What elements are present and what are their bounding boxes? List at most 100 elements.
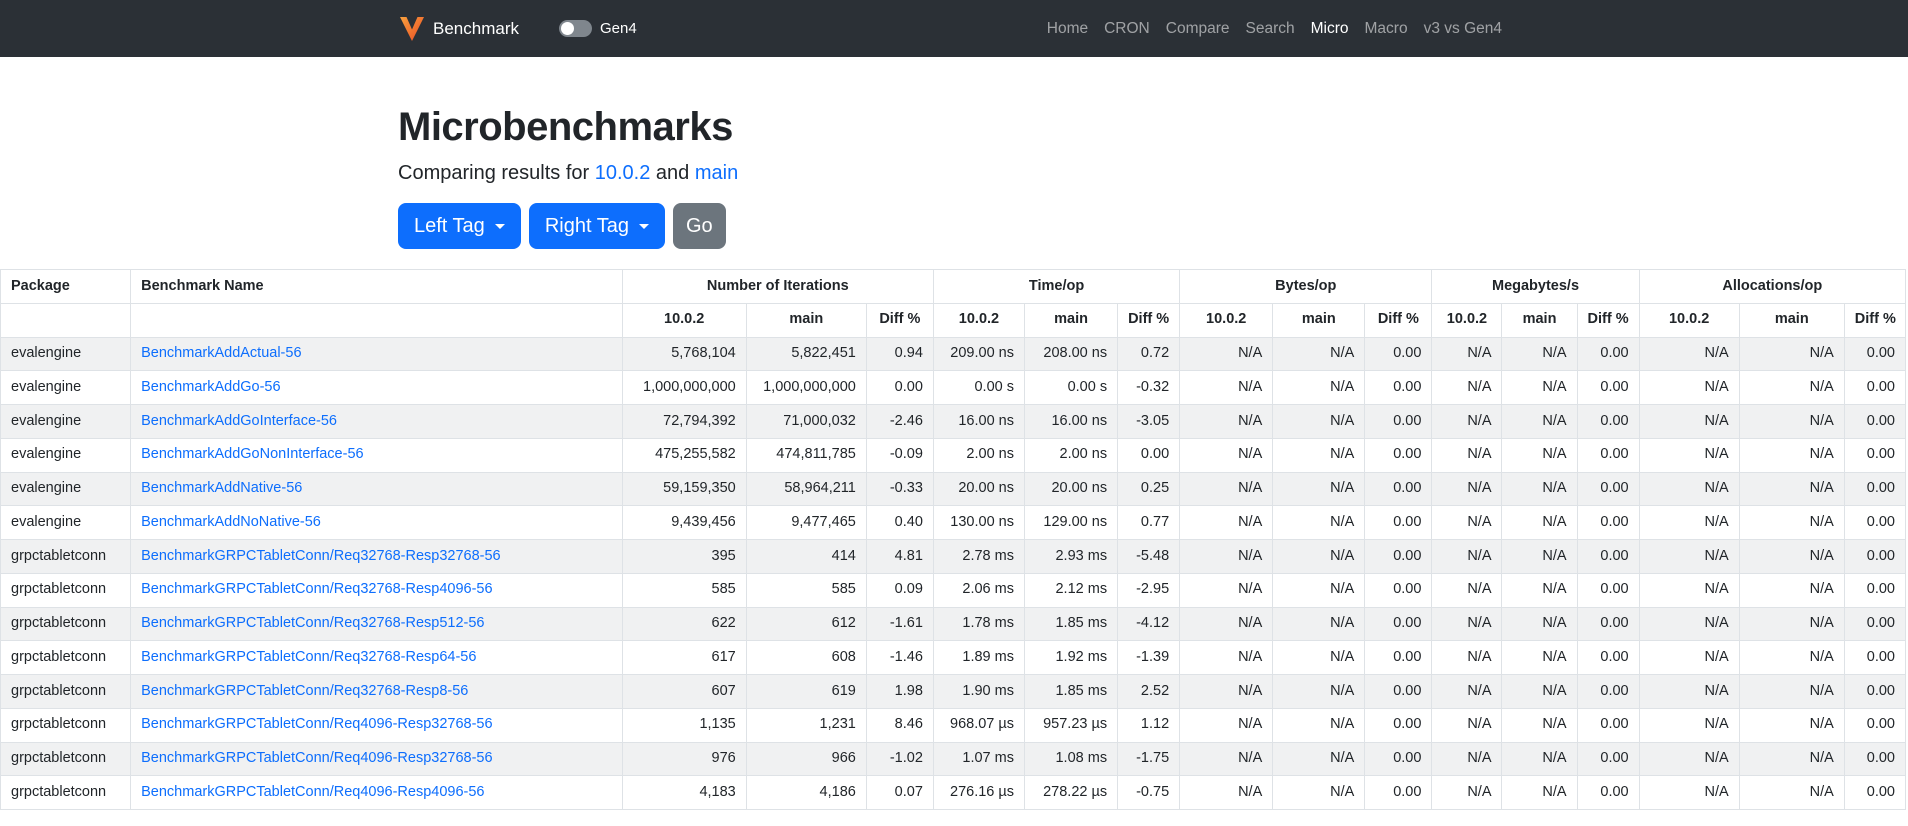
value-cell: 4,183 bbox=[621, 775, 747, 810]
value-cell: N/A bbox=[1272, 370, 1366, 405]
table-row: grpctabletconn BenchmarkGRPCTabletConn/Re… bbox=[0, 539, 1907, 574]
benchmark-link[interactable]: BenchmarkGRPCTabletConn/Req32768-Resp327… bbox=[141, 548, 501, 564]
subcol-header-megabytes-s-main: main bbox=[1501, 302, 1578, 338]
value-cell: 0.00 bbox=[1364, 741, 1433, 777]
value-cell: N/A bbox=[1431, 775, 1503, 810]
nav-link-macro[interactable]: Macro bbox=[1357, 20, 1416, 38]
table-row: grpctabletconn BenchmarkGRPCTabletConn/Re… bbox=[0, 606, 1907, 642]
value-cell: 4,186 bbox=[745, 775, 867, 810]
benchmark-link[interactable]: BenchmarkGRPCTabletConn/Req4096-Resp3276… bbox=[141, 716, 492, 732]
subcol-header-time-op-main: main bbox=[1023, 302, 1119, 338]
go-button[interactable]: Go bbox=[672, 203, 726, 249]
value-cell: N/A bbox=[1272, 471, 1366, 507]
value-cell: 1.85 ms bbox=[1023, 606, 1119, 642]
group-header-allocations-op: Allocations/op bbox=[1638, 269, 1907, 304]
value-cell: 2.00 ns bbox=[932, 437, 1025, 473]
gen4-toggle[interactable] bbox=[558, 20, 592, 37]
benchmark-link[interactable]: BenchmarkGRPCTabletConn/Req4096-Resp3276… bbox=[141, 750, 492, 766]
value-cell: N/A bbox=[1431, 437, 1503, 473]
benchmark-cell: BenchmarkGRPCTabletConn/Req4096-Resp4096… bbox=[130, 775, 623, 810]
nav-link-search[interactable]: Search bbox=[1238, 20, 1303, 38]
benchmark-link[interactable]: BenchmarkAddGo-56 bbox=[141, 379, 280, 395]
tag-controls: Left Tag Right Tag Go bbox=[398, 203, 1510, 249]
subcol-header-megabytes-s-diff: Diff % bbox=[1576, 302, 1640, 338]
value-cell: N/A bbox=[1501, 471, 1578, 507]
package-cell: grpctabletconn bbox=[0, 741, 132, 777]
nav-link-micro[interactable]: Micro bbox=[1303, 20, 1357, 38]
value-cell: 1.85 ms bbox=[1023, 674, 1119, 709]
benchmark-link[interactable]: BenchmarkAddNative-56 bbox=[141, 480, 302, 496]
subcol-header-number-of-iterations-main: main bbox=[745, 302, 867, 338]
value-cell: 0.00 bbox=[1364, 370, 1433, 405]
value-cell: 9,439,456 bbox=[621, 505, 747, 540]
value-cell: 0.00 bbox=[1364, 505, 1433, 540]
value-cell: N/A bbox=[1638, 640, 1740, 675]
subtitle-prefix: Comparing results for bbox=[398, 162, 590, 184]
value-cell: 617 bbox=[621, 640, 747, 675]
subtitle-conjunction: and bbox=[655, 162, 690, 184]
brand[interactable]: Benchmark bbox=[398, 16, 519, 42]
benchmark-link[interactable]: BenchmarkAddActual-56 bbox=[141, 345, 301, 361]
left-tag-link[interactable]: 10.0.2 bbox=[595, 162, 651, 184]
value-cell: N/A bbox=[1738, 572, 1845, 608]
value-cell: N/A bbox=[1272, 640, 1366, 675]
value-cell: 278.22 µs bbox=[1023, 775, 1119, 810]
benchmark-link[interactable]: BenchmarkGRPCTabletConn/Req32768-Resp64-… bbox=[141, 649, 476, 665]
nav-link-compare[interactable]: Compare bbox=[1158, 20, 1238, 38]
value-cell: 276.16 µs bbox=[932, 775, 1025, 810]
empty-header-cell bbox=[130, 302, 623, 338]
benchmark-cell: BenchmarkGRPCTabletConn/Req4096-Resp3276… bbox=[130, 707, 623, 743]
value-cell: N/A bbox=[1638, 572, 1740, 608]
value-cell: 0.00 bbox=[1117, 437, 1181, 473]
value-cell: N/A bbox=[1272, 606, 1366, 642]
value-cell: 0.00 bbox=[1576, 437, 1640, 473]
table-row: evalengine BenchmarkAddGoInterface-56 72,7… bbox=[0, 404, 1907, 439]
value-cell: 2.78 ms bbox=[932, 539, 1025, 574]
benchmark-link[interactable]: BenchmarkGRPCTabletConn/Req32768-Resp409… bbox=[141, 581, 492, 597]
right-tag-link[interactable]: main bbox=[695, 162, 738, 184]
value-cell: 72,794,392 bbox=[621, 404, 747, 439]
benchmark-link[interactable]: BenchmarkAddGoNonInterface-56 bbox=[141, 446, 363, 462]
benchmark-link[interactable]: BenchmarkAddNoNative-56 bbox=[141, 514, 321, 530]
package-cell: grpctabletconn bbox=[0, 572, 132, 608]
value-cell: N/A bbox=[1179, 707, 1274, 743]
hero: Microbenchmarks Comparing results for 10… bbox=[398, 57, 1510, 249]
value-cell: N/A bbox=[1738, 775, 1845, 810]
value-cell: 474,811,785 bbox=[745, 437, 867, 473]
package-cell: grpctabletconn bbox=[0, 674, 132, 709]
table-row: evalengine BenchmarkAddGo-56 1,000,000,000… bbox=[0, 370, 1907, 405]
value-cell: 129.00 ns bbox=[1023, 505, 1119, 540]
value-cell: 1.12 bbox=[1117, 707, 1181, 743]
right-tag-dropdown-button[interactable]: Right Tag bbox=[528, 203, 665, 249]
value-cell: 0.00 bbox=[1576, 336, 1640, 372]
value-cell: 0.00 bbox=[1364, 606, 1433, 642]
value-cell: N/A bbox=[1638, 404, 1740, 439]
navbar-container: Benchmark Gen4 Home CRON Compare Search Micr… bbox=[398, 0, 1510, 57]
subcol-header-allocations-op-main: main bbox=[1738, 302, 1845, 338]
value-cell: 1,231 bbox=[745, 707, 867, 743]
nav-link-v3-vs-gen4[interactable]: v3 vs Gen4 bbox=[1416, 20, 1510, 38]
nav-link-home[interactable]: Home bbox=[1039, 20, 1096, 38]
value-cell: 16.00 ns bbox=[932, 404, 1025, 439]
value-cell: 0.00 bbox=[1843, 437, 1907, 473]
left-tag-dropdown-button[interactable]: Left Tag bbox=[398, 203, 521, 249]
benchmark-cell: BenchmarkAddGoInterface-56 bbox=[130, 404, 623, 439]
benchmark-link[interactable]: BenchmarkGRPCTabletConn/Req4096-Resp4096… bbox=[141, 784, 484, 800]
table-row: evalengine BenchmarkAddNative-56 59,159,35… bbox=[0, 471, 1907, 507]
value-cell: 2.93 ms bbox=[1023, 539, 1119, 574]
benchmark-link[interactable]: BenchmarkGRPCTabletConn/Req32768-Resp512… bbox=[141, 615, 484, 631]
gen4-toggle-label: Gen4 bbox=[599, 20, 637, 37]
value-cell: 130.00 ns bbox=[932, 505, 1025, 540]
package-cell: evalengine bbox=[0, 336, 132, 372]
dropdown-caret-icon bbox=[494, 223, 505, 229]
benchmark-link[interactable]: BenchmarkGRPCTabletConn/Req32768-Resp8-5… bbox=[141, 683, 468, 699]
value-cell: N/A bbox=[1738, 606, 1845, 642]
nav-link-cron[interactable]: CRON bbox=[1096, 20, 1158, 38]
value-cell: N/A bbox=[1272, 572, 1366, 608]
nav-links: Home CRON Compare Search Micro Macro v3 vs Gen… bbox=[1039, 20, 1510, 38]
package-cell: evalengine bbox=[0, 471, 132, 507]
value-cell: N/A bbox=[1501, 606, 1578, 642]
value-cell: 0.00 bbox=[1843, 572, 1907, 608]
value-cell: 16.00 ns bbox=[1023, 404, 1119, 439]
benchmark-link[interactable]: BenchmarkAddGoInterface-56 bbox=[141, 413, 337, 429]
